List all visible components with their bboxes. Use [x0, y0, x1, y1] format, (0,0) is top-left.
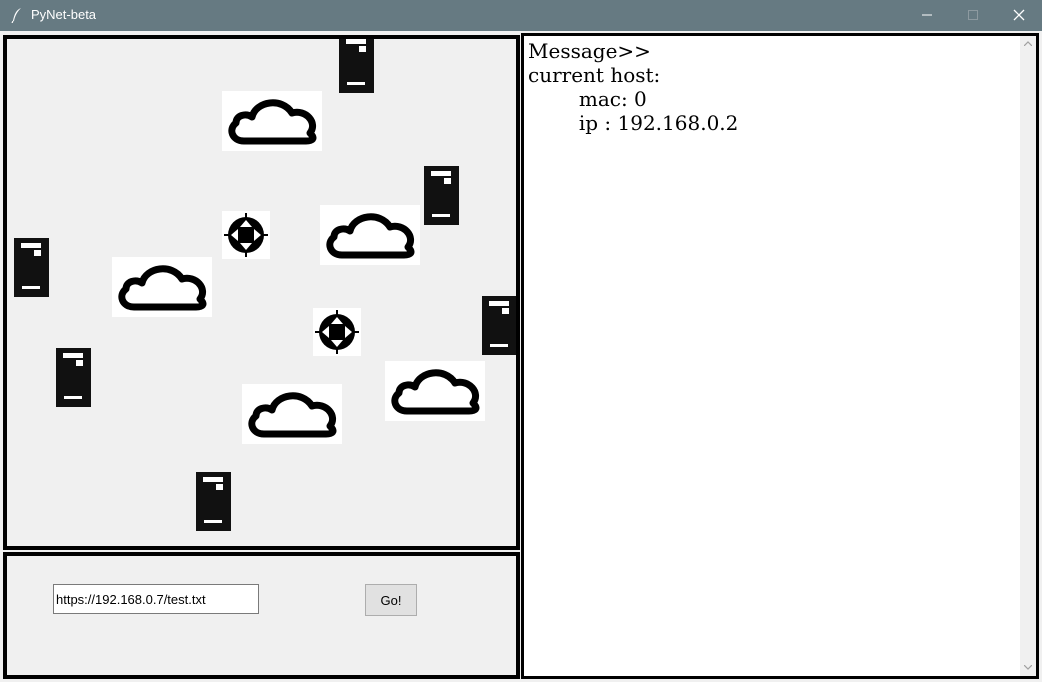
- feather-icon: [10, 7, 24, 24]
- window-title: PyNet-beta: [31, 7, 97, 22]
- message-log: Message>> current host: mac: 0 ip : 192.…: [528, 39, 739, 135]
- server-tower-icon[interactable]: [482, 296, 516, 355]
- server-tower-icon[interactable]: [339, 39, 374, 93]
- server-tower-icon[interactable]: [56, 348, 91, 407]
- router-icon[interactable]: [313, 308, 361, 356]
- cloud-icon[interactable]: [222, 91, 322, 151]
- close-icon: [1013, 9, 1025, 21]
- maximize-icon: [968, 10, 978, 20]
- message-panel: Message>> current host: mac: 0 ip : 192.…: [521, 33, 1039, 679]
- router-icon[interactable]: [222, 211, 270, 259]
- minimize-icon: [922, 14, 932, 16]
- scroll-down-button[interactable]: [1020, 660, 1036, 676]
- go-button[interactable]: Go!: [365, 584, 417, 616]
- scroll-up-button[interactable]: [1020, 36, 1036, 52]
- server-tower-icon[interactable]: [424, 166, 459, 225]
- server-tower-icon[interactable]: [196, 472, 231, 531]
- cloud-icon[interactable]: [112, 257, 212, 317]
- title-bar: PyNet-beta: [0, 0, 1042, 31]
- chevron-down-icon: [1024, 665, 1032, 670]
- request-panel: Go!: [3, 552, 520, 679]
- minimize-button[interactable]: [904, 0, 950, 31]
- cloud-icon[interactable]: [385, 361, 485, 421]
- url-input[interactable]: [53, 584, 259, 614]
- cloud-icon[interactable]: [320, 205, 420, 265]
- cloud-icon[interactable]: [242, 384, 342, 444]
- close-button[interactable]: [996, 0, 1042, 31]
- maximize-button[interactable]: [950, 0, 996, 31]
- scrollbar[interactable]: [1020, 36, 1036, 676]
- network-canvas[interactable]: [3, 35, 520, 550]
- chevron-up-icon: [1024, 41, 1032, 46]
- server-tower-icon[interactable]: [14, 238, 49, 297]
